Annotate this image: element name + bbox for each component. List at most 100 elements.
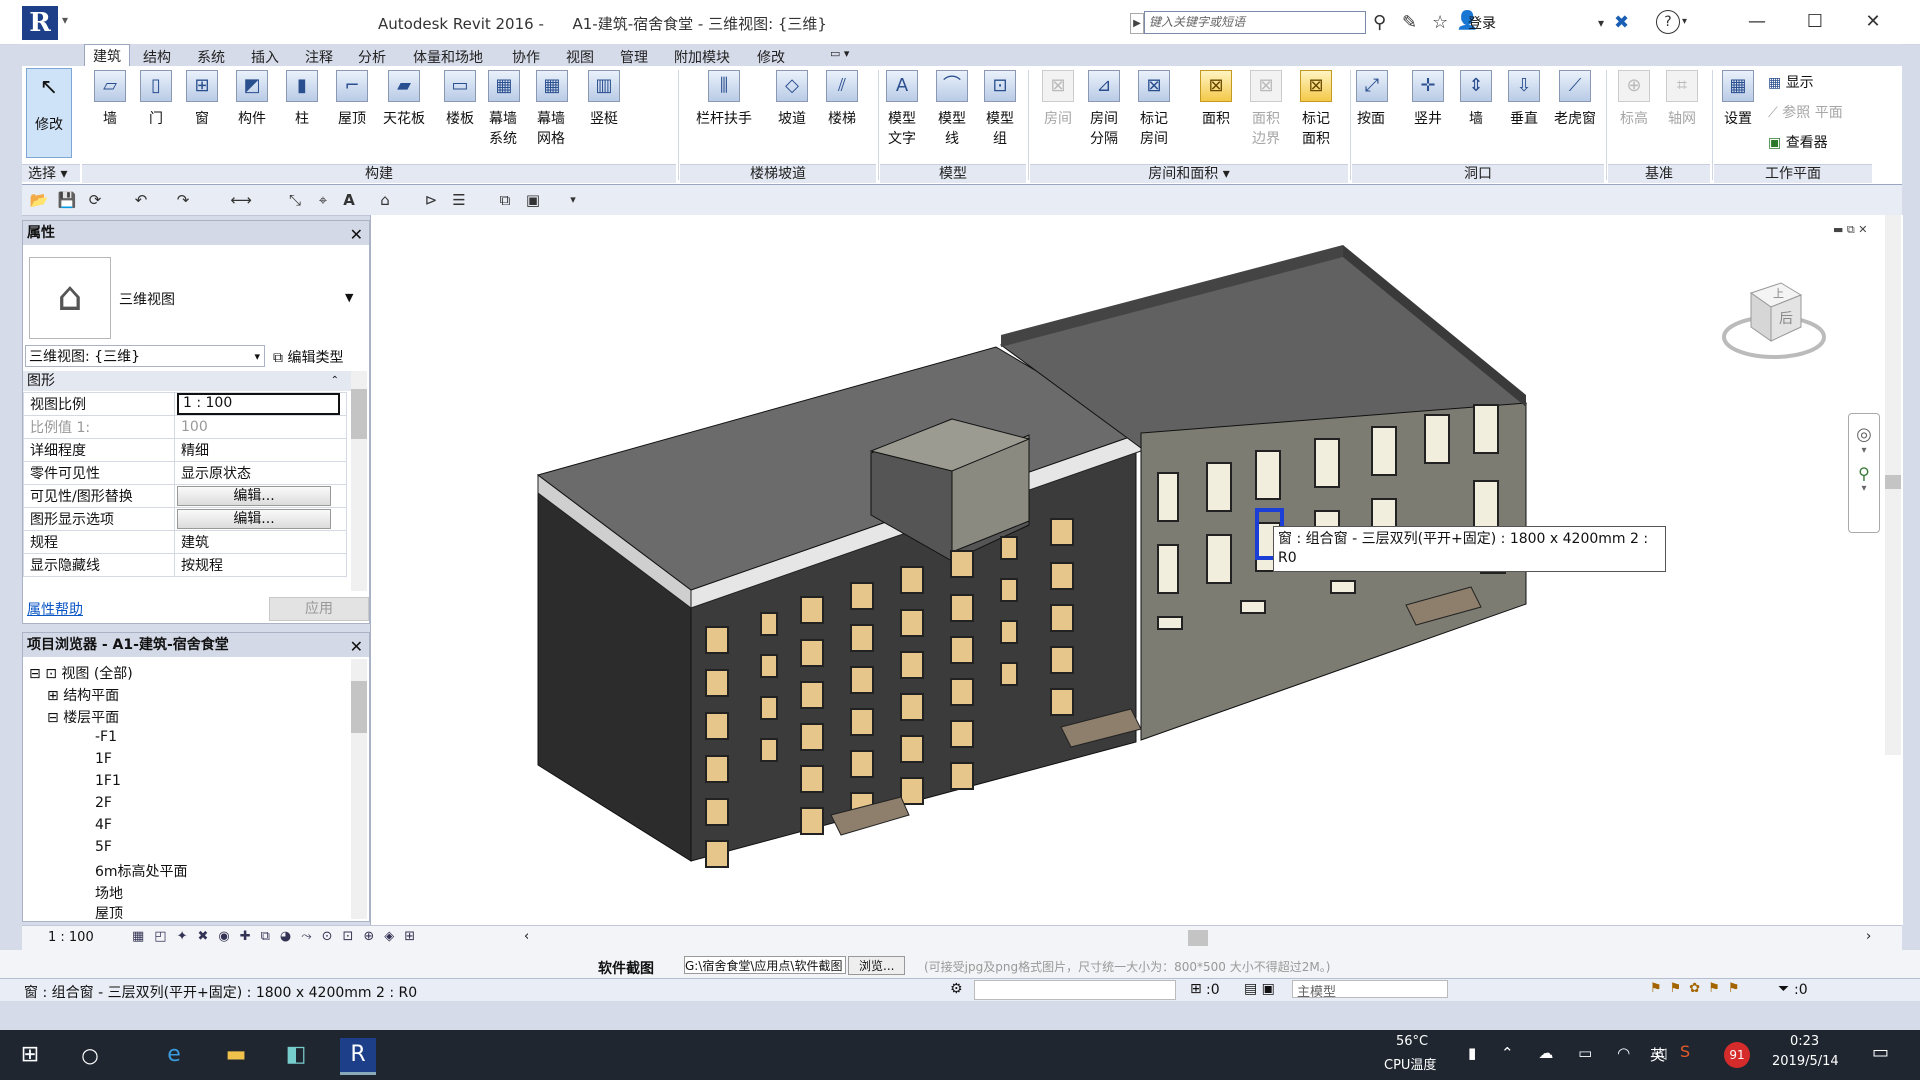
zoom-icon[interactable]: ⚲ — [1849, 464, 1879, 483]
view-scale-value[interactable]: 1 : 100 — [177, 393, 340, 415]
tag-area-button[interactable]: ⊠ 标记面积 — [1298, 70, 1334, 148]
minimize-button[interactable]: — — [1734, 8, 1780, 36]
thin-lines-icon[interactable]: ☰ — [448, 190, 470, 210]
tab-architecture[interactable]: 建筑 — [84, 44, 130, 68]
chevron-down-icon[interactable]: ▾ — [1849, 445, 1879, 456]
tree-structural-plans[interactable]: ⊞ 结构平面 — [47, 685, 119, 705]
model-group-button[interactable]: ⊡ 模型组 — [982, 70, 1018, 148]
3d-viewport[interactable]: ▬ ⧉ ✕ 窗: 组合窗 - 三层双列(平开+固定): 1800 x 420… — [370, 215, 1903, 925]
curtain-grid-button[interactable]: ▦ 幕墙网格 — [536, 70, 568, 148]
subscription-icon[interactable]: ✎ — [1402, 12, 1417, 33]
search-expand-icon[interactable]: ▶ — [1130, 13, 1144, 34]
maximize-button[interactable]: ☐ — [1792, 8, 1838, 36]
mullion-button[interactable]: ▥ 竖梃 — [582, 70, 626, 128]
type-selector-name[interactable]: 三维视图 — [119, 289, 175, 309]
vertical-button[interactable]: ⇩ 垂直 — [1502, 70, 1546, 128]
ime-indicator[interactable]: 英 — [1650, 1044, 1665, 1065]
clock-time[interactable]: 0:23 — [1790, 1034, 1819, 1049]
level-button[interactable]: ⊕ 标高 — [1612, 70, 1656, 128]
tab-addins[interactable]: 附加模块 — [666, 46, 738, 68]
model-line-button[interactable]: ⌒ 模型线 — [934, 70, 970, 148]
railing-button[interactable]: ⫼ 栏杆扶手 — [688, 70, 760, 128]
ref-plane-button[interactable]: ⟋ 参照 平面 — [1768, 102, 1843, 122]
prop-value[interactable]: 建筑 — [174, 530, 347, 554]
viewport-vertical-scrollbar[interactable] — [1885, 215, 1901, 755]
edge-browser-icon[interactable]: e — [156, 1038, 192, 1072]
worksets-icon[interactable]: ⚙ — [950, 981, 963, 997]
room-area-panel-label[interactable]: 房间和面积 ▾ — [1030, 164, 1348, 183]
tree-root-views[interactable]: ⊟ ⊡ 视图 (全部) — [29, 663, 133, 683]
floor-button[interactable]: ▭ 楼板 — [438, 70, 482, 128]
view-scale-input[interactable]: 1 : 100 — [174, 392, 347, 416]
dormer-button[interactable]: ⟋ 老虎窗 — [1550, 70, 1600, 128]
room-separator-button[interactable]: ⊿ 房间分隔 — [1086, 70, 1122, 148]
prop-value[interactable]: 精细 — [174, 438, 347, 462]
properties-scrollbar[interactable] — [351, 371, 367, 591]
text-icon[interactable]: A — [338, 190, 360, 210]
behind-browse-button[interactable]: 浏览... — [848, 956, 906, 975]
favorite-star-icon[interactable]: ☆ — [1432, 12, 1448, 33]
show-workplane-button[interactable]: ▦ 显示 — [1768, 72, 1814, 92]
set-workplane-button[interactable]: ▦ 设置 — [1716, 70, 1760, 128]
tree-item-level[interactable]: 2F — [95, 795, 112, 811]
vg-edit-button[interactable]: 编辑... — [177, 486, 331, 506]
stair-button[interactable]: ⫽ 楼梯 — [820, 70, 864, 128]
chevron-down-icon[interactable]: ▾ — [1849, 483, 1879, 494]
customize-qat-icon[interactable]: ▾ — [562, 190, 584, 210]
workset-dropdown[interactable] — [974, 980, 1176, 1000]
close-icon[interactable]: ✕ — [350, 223, 363, 247]
steering-wheel-icon[interactable]: ◎ — [1849, 424, 1879, 445]
tree-item-level[interactable]: -F1 — [95, 729, 117, 745]
tree-item-level[interactable]: 场地 — [95, 883, 123, 903]
login-dropdown-icon[interactable]: ▾ — [1598, 16, 1604, 30]
login-button[interactable]: 登录 — [1468, 13, 1496, 33]
open-icon[interactable]: 📂 — [28, 190, 50, 210]
scroll-right-icon[interactable]: › — [1866, 929, 1871, 944]
properties-help-link[interactable]: 属性帮助 — [27, 599, 83, 619]
area-button[interactable]: ⊠ 面积 — [1194, 70, 1238, 128]
viewer-button[interactable]: ▣ 查看器 — [1768, 132, 1828, 152]
revit-taskbar-icon[interactable]: R — [340, 1038, 376, 1075]
door-button[interactable]: ▯ 门 — [134, 70, 178, 128]
help-dropdown-icon[interactable]: ▾ — [1682, 16, 1687, 27]
tree-item-level[interactable]: 6m标高处平面 — [95, 861, 188, 881]
tree-item-level[interactable]: 4F — [95, 817, 112, 833]
redo-icon[interactable]: ↷ — [172, 190, 194, 210]
undo-icon[interactable]: ↶ — [130, 190, 152, 210]
revit-logo-icon[interactable]: R — [22, 6, 58, 40]
tree-item-level[interactable]: 1F1 — [95, 773, 121, 789]
model-text-button[interactable]: A 模型文字 — [884, 70, 920, 148]
sogou-icon[interactable]: S — [1680, 1042, 1690, 1061]
prop-value[interactable]: 显示原状态 — [174, 461, 347, 485]
filter-icon[interactable]: ⏷ — [1778, 981, 1789, 997]
tab-collaborate[interactable]: 协作 — [504, 46, 548, 68]
editable-only-icon[interactable]: ⊞ — [1190, 981, 1202, 997]
cortana-icon[interactable]: ○ — [72, 1038, 108, 1072]
component-button[interactable]: ◩ 构件 — [230, 70, 274, 128]
modify-button[interactable]: ↖ 修改 — [26, 68, 72, 158]
tree-item-level[interactable]: 1F — [95, 751, 112, 767]
viewcube[interactable]: 上 后 — [1721, 265, 1831, 369]
ribbon-minimize-icon[interactable]: ▭ ▾ — [822, 46, 857, 61]
tag-room-button[interactable]: ⊠ 标记房间 — [1136, 70, 1172, 148]
graphic-options-edit-button[interactable]: 编辑... — [177, 509, 331, 529]
close-button[interactable]: ✕ — [1850, 8, 1896, 36]
scroll-thumb[interactable] — [351, 389, 367, 439]
group-header-graphics[interactable]: 图形 ⌃ — [23, 371, 367, 391]
prop-value[interactable]: 按规程 — [174, 553, 347, 577]
tree-item-level[interactable]: 5F — [95, 839, 112, 855]
roof-button[interactable]: ⌐ 屋顶 — [330, 70, 374, 128]
tab-annotate[interactable]: 注释 — [297, 46, 341, 68]
design-options-icon[interactable]: ▤ ▣ — [1244, 981, 1275, 997]
curtain-system-button[interactable]: ▦ 幕墙系统 — [488, 70, 520, 148]
notification-badge[interactable]: 91 — [1724, 1042, 1750, 1068]
tree-floor-plans[interactable]: ⊟ 楼层平面 — [47, 707, 119, 727]
measure-icon[interactable]: ⟷ — [230, 190, 252, 210]
grid-button[interactable]: ⌗ 轴网 — [1660, 70, 1704, 128]
select-panel-label[interactable]: 选择 ▾ — [22, 164, 80, 182]
instance-view-selector[interactable]: 三维视图: {三维} ▾ — [25, 345, 265, 367]
action-center-icon[interactable]: ▭ — [1872, 1042, 1889, 1063]
aligned-dimension-icon[interactable]: ⤡ — [284, 190, 306, 210]
search-input[interactable]: 键入关键字或短语 — [1144, 11, 1366, 34]
scroll-left-icon[interactable]: ‹ — [524, 929, 529, 944]
